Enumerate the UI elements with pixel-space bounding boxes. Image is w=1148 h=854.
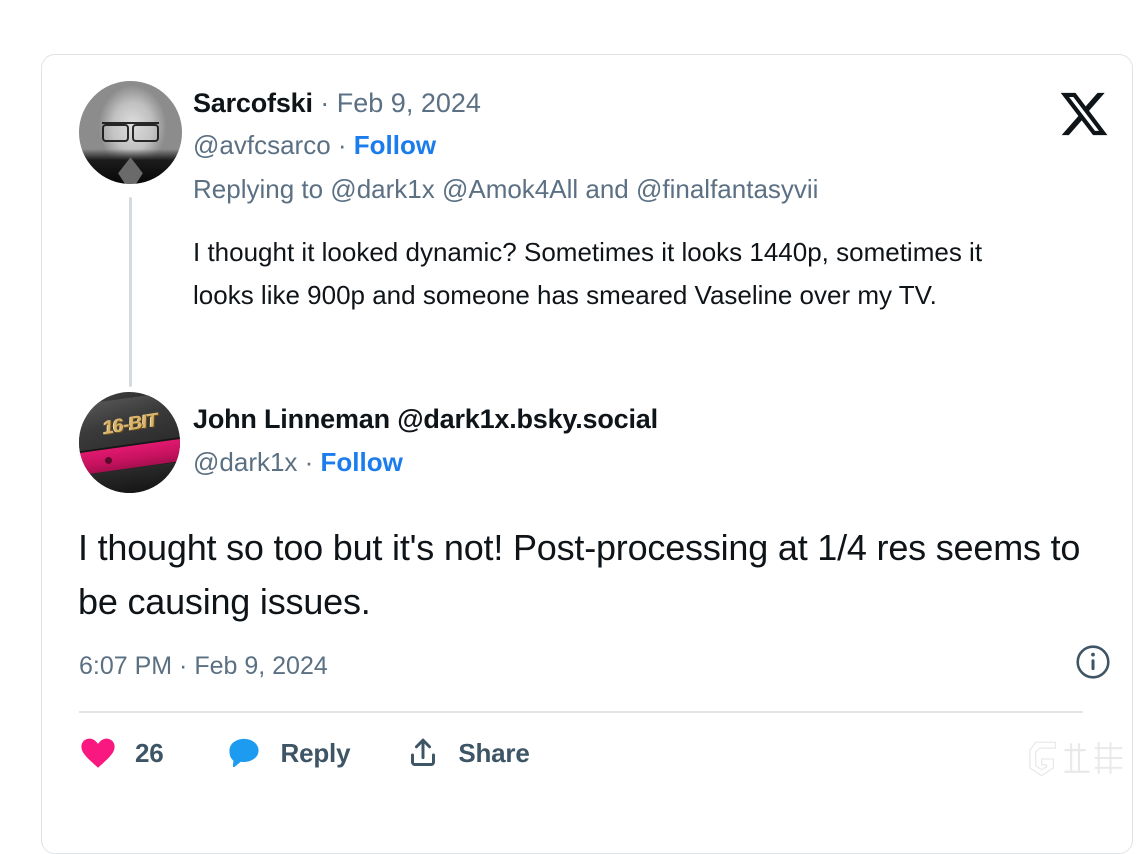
main-tweet-text: I thought so too but it's not! Post-proc… (78, 527, 1081, 622)
share-label: Share (458, 737, 530, 768)
reply-button[interactable]: Reply (226, 735, 351, 771)
parent-handle-separator: · (330, 130, 354, 160)
main-handle-line: @dark1x · Follow (193, 446, 403, 479)
replying-to-label[interactable]: Replying to @dark1x @Amok4All and @final… (193, 173, 818, 206)
share-arrow-icon (406, 736, 440, 770)
avatar[interactable] (79, 81, 182, 184)
action-bar-divider (79, 711, 1083, 713)
like-button[interactable]: 26 (79, 734, 164, 772)
info-circle-icon[interactable] (1075, 644, 1111, 680)
avatar-16bit-console: 16-BIT (79, 392, 180, 493)
speech-bubble-filled-icon (226, 735, 262, 771)
avatar-portrait-photo (79, 81, 182, 184)
parent-date: Feb 9, 2024 (336, 88, 481, 118)
main-handle-separator: · (297, 447, 321, 477)
reply-label: Reply (280, 737, 351, 768)
parent-handle[interactable]: @avfcsarco (193, 130, 331, 160)
parent-display-name[interactable]: Sarcofski (193, 88, 313, 118)
parent-author-line: Sarcofski · Feb 9, 2024 (193, 86, 481, 120)
like-count: 26 (135, 737, 164, 768)
tweet-timestamp: 6:07 PM · Feb 9, 2024 (79, 652, 328, 680)
parent-tweet-text: I thought it looked dynamic? Sometimes i… (193, 237, 983, 310)
tweet-action-bar: 26 Reply Share (79, 734, 530, 772)
parent-handle-line: @avfcsarco · Follow (193, 129, 436, 162)
parent-follow-button[interactable]: Follow (354, 130, 436, 160)
thread-connector-line (129, 197, 132, 387)
tweet-embed-card: Sarcofski · Feb 9, 2024 @avfcsarco · Fol… (41, 54, 1133, 854)
x-logo-icon[interactable] (1058, 88, 1110, 140)
avatar[interactable]: 16-BIT (79, 392, 180, 493)
main-handle[interactable]: @dark1x (193, 447, 297, 477)
heart-filled-icon (79, 734, 117, 772)
main-display-name[interactable]: John Linneman @dark1x.bsky.social (193, 402, 658, 436)
main-follow-button[interactable]: Follow (321, 447, 403, 477)
share-button[interactable]: Share (406, 736, 530, 770)
parent-meta-separator: · (312, 88, 337, 118)
